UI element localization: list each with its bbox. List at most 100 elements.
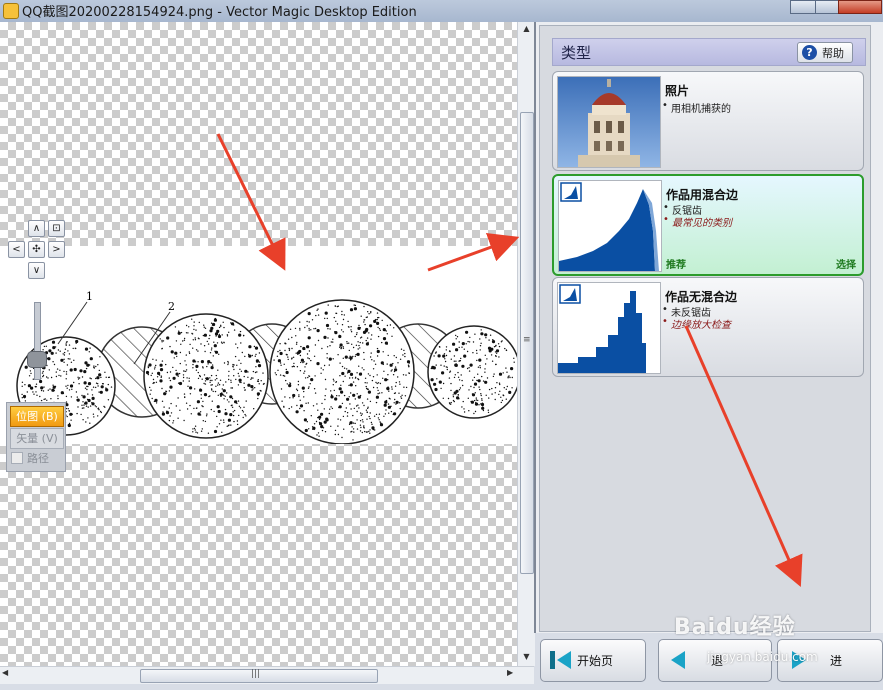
pan-left-icon[interactable]: < xyxy=(8,241,25,258)
center-icon[interactable]: ✣ xyxy=(28,241,45,258)
speckle-dot xyxy=(465,343,467,345)
option-artwork-blended[interactable]: 作品用混合边 反锯齿 最常见的类别 推荐 选择 xyxy=(552,174,864,276)
speckle-dot xyxy=(237,384,240,386)
pan-down-icon[interactable]: ∨ xyxy=(28,262,45,279)
speckle-dot xyxy=(452,396,455,398)
vector-view-button[interactable]: 矢量 (V) xyxy=(10,428,64,449)
speckle-dot xyxy=(210,322,213,324)
scroll-left-arrow-icon[interactable]: ◀ xyxy=(2,668,8,677)
title-bar: QQ截图20200228154924.png - Vector Magic De… xyxy=(0,0,883,22)
speckle-dot xyxy=(239,330,242,333)
close-button[interactable] xyxy=(838,0,882,14)
speckle-dot xyxy=(183,337,186,340)
speckle-dot xyxy=(83,370,87,374)
speckle-dot xyxy=(325,388,327,390)
speckle-dot xyxy=(393,327,395,329)
speckle-dot xyxy=(400,396,402,398)
help-button[interactable]: ? 帮助 xyxy=(797,42,853,63)
speckle-dot xyxy=(472,352,474,354)
speckle-dot xyxy=(202,400,204,403)
scroll-down-arrow-icon[interactable]: ▼ xyxy=(518,650,535,664)
speckle-dot xyxy=(22,394,27,399)
zoom-fit-icon[interactable]: ⊡ xyxy=(48,220,65,237)
speckle-dot xyxy=(71,388,73,390)
speckle-dot xyxy=(161,341,163,343)
speckle-dot xyxy=(60,391,64,395)
option-photo[interactable]: 照片 用相机捕获的 xyxy=(552,71,864,171)
option-artwork-unblended[interactable]: 作品无混合边 未反锯齿 边缘放大检查 xyxy=(552,277,864,377)
speckle-dot xyxy=(468,410,470,412)
speckle-dot xyxy=(146,371,148,374)
speckle-dot xyxy=(43,398,45,401)
speckle-dot xyxy=(359,424,362,426)
speckle-dot xyxy=(354,377,357,379)
speckle-dot xyxy=(51,340,56,344)
vertical-scrollbar[interactable]: ▲ ≡ ▼ xyxy=(517,22,535,666)
speckle-dot xyxy=(283,363,285,365)
path-checkbox[interactable] xyxy=(11,452,23,464)
speckle-dot xyxy=(352,355,354,358)
speckle-dot xyxy=(97,364,99,366)
speckle-dot xyxy=(513,361,515,363)
speckle-dot xyxy=(57,397,59,400)
speckle-dot xyxy=(160,376,162,379)
speckle-dot xyxy=(491,387,493,390)
horizontal-scroll-thumb[interactable]: ||| xyxy=(140,669,378,683)
speckle-dot xyxy=(337,354,339,356)
speckle-dot xyxy=(222,321,224,323)
zoom-slider-handle[interactable] xyxy=(27,351,47,368)
image-canvas[interactable]: 1 2 xyxy=(0,22,517,666)
maximize-button[interactable] xyxy=(815,0,839,14)
speckle-dot xyxy=(384,400,388,404)
speckle-dot xyxy=(374,429,376,431)
pan-right-icon[interactable]: > xyxy=(48,241,65,258)
speckle-dot xyxy=(34,385,37,388)
vertical-scroll-thumb[interactable]: ≡ xyxy=(520,112,534,574)
speckle-dot xyxy=(498,356,500,358)
speckle-dot xyxy=(402,374,405,376)
speckle-dot xyxy=(161,339,163,342)
speckle-dot xyxy=(220,341,223,343)
speckle-dot xyxy=(351,343,353,345)
speckle-dot xyxy=(369,400,372,403)
select-label[interactable]: 选择 xyxy=(836,256,856,271)
type-title: 类型 xyxy=(561,44,592,62)
speckle-dot xyxy=(172,366,174,369)
speckle-dot xyxy=(329,408,331,410)
bitmap-view-button[interactable]: 位图 (B) xyxy=(10,406,64,427)
speckle-dot xyxy=(333,316,335,319)
horizontal-scrollbar[interactable]: ◀ ||| ▶ xyxy=(0,666,534,684)
home-button[interactable]: 开始页 xyxy=(540,639,646,682)
speckle-dot xyxy=(299,407,301,410)
speckle-dot xyxy=(481,398,483,400)
speckle-dot xyxy=(208,337,210,340)
speckle-dot xyxy=(89,405,92,407)
scroll-right-arrow-icon[interactable]: ▶ xyxy=(507,668,513,677)
speckle-dot xyxy=(151,397,153,400)
zoom-slider[interactable] xyxy=(34,302,41,380)
speckle-dot xyxy=(335,320,337,322)
speckle-dot xyxy=(352,393,356,397)
speckle-dot xyxy=(510,367,514,371)
speckle-dot xyxy=(498,393,500,396)
speckle-dot xyxy=(390,410,393,413)
scroll-up-arrow-icon[interactable]: ▲ xyxy=(518,22,535,36)
speckle-dot xyxy=(218,423,221,425)
speckle-dot xyxy=(505,388,507,390)
speckle-dot xyxy=(183,339,186,341)
speckle-dot xyxy=(291,357,293,359)
pan-up-icon[interactable]: ∧ xyxy=(28,220,45,237)
speckle-dot xyxy=(505,349,508,351)
speckle-dot xyxy=(229,413,233,417)
speckle-dot xyxy=(437,354,441,358)
speckle-dot xyxy=(408,372,411,375)
minimize-button[interactable] xyxy=(790,0,816,14)
speckle-dot xyxy=(166,336,170,340)
speckle-dot xyxy=(240,362,242,365)
window-title: QQ截图20200228154924.png - Vector Magic De… xyxy=(22,5,417,20)
speckle-dot xyxy=(479,349,481,351)
speckle-dot xyxy=(404,395,407,397)
speckle-dot xyxy=(75,391,78,393)
speckle-dot xyxy=(240,370,243,372)
speckle-dot xyxy=(183,393,186,395)
